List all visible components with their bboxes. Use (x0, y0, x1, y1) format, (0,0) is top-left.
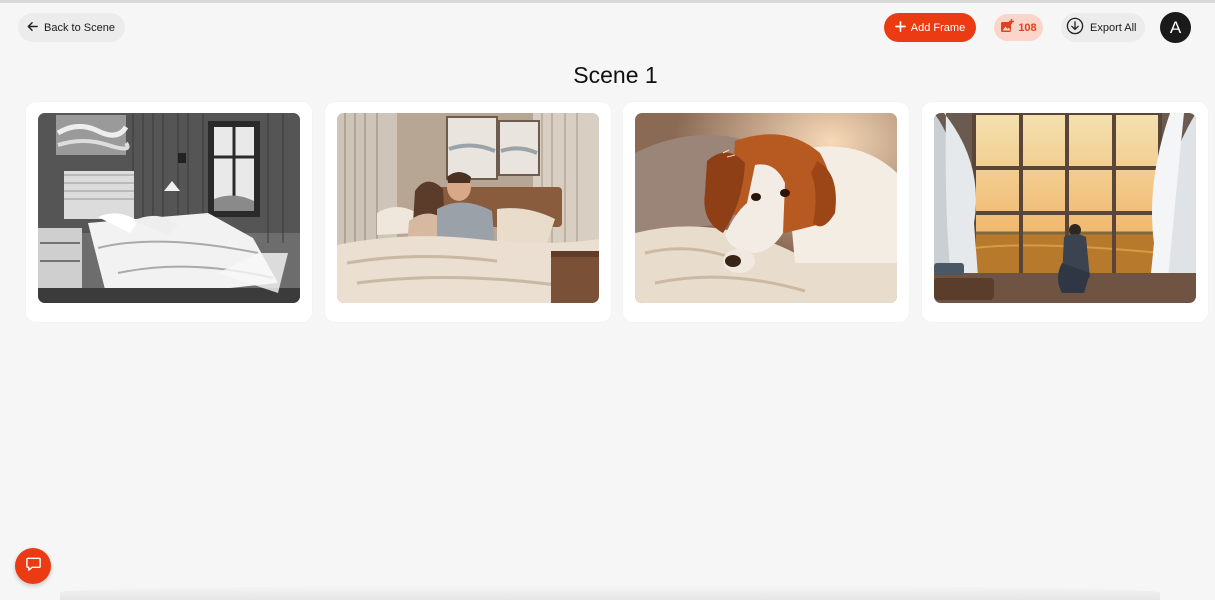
chat-bubble-icon (25, 555, 42, 577)
frame-card-4[interactable] (922, 102, 1208, 322)
frame-card-2[interactable] (325, 102, 611, 322)
man-at-window-image (934, 113, 1196, 303)
dog-resting-image (635, 113, 897, 303)
avatar-initial: A (1169, 17, 1182, 37)
arrow-left-icon (26, 20, 39, 36)
add-frame-label: Add Frame (910, 21, 966, 34)
user-avatar[interactable]: A (1160, 12, 1191, 43)
page-title: Scene 1 (573, 62, 658, 88)
window-top-border (0, 0, 1215, 3)
frames-grid (26, 102, 1215, 322)
add-frame-button[interactable]: Add Frame (884, 13, 976, 42)
image-credits-badge[interactable]: 108 (994, 14, 1043, 41)
back-to-scene-label: Back to Scene (44, 21, 115, 34)
download-circle-icon (1066, 17, 1084, 38)
bottom-edge-shadow (60, 585, 1160, 600)
export-all-label: Export All (1090, 21, 1137, 34)
image-add-icon (1000, 18, 1015, 36)
back-to-scene-button[interactable]: Back to Scene (18, 13, 125, 42)
export-all-button[interactable]: Export All (1061, 13, 1146, 42)
plus-icon (894, 20, 906, 35)
bedroom-sketch-image (38, 113, 300, 303)
credits-count: 108 (1018, 21, 1037, 34)
chat-support-button[interactable] (15, 548, 51, 584)
couple-in-bed-image (337, 113, 599, 303)
frame-card-3[interactable] (623, 102, 909, 322)
frame-card-1[interactable] (26, 102, 312, 322)
